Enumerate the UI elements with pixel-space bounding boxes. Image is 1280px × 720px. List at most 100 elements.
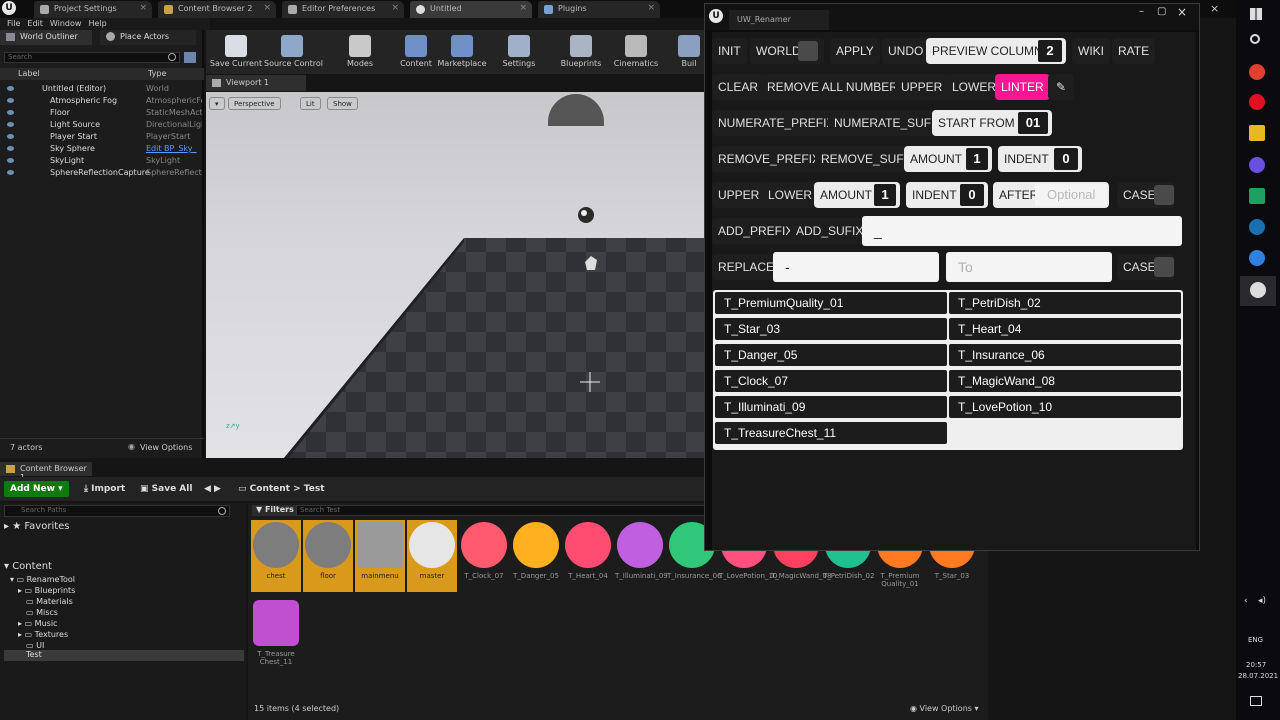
undo-button[interactable]: UNDO [882,38,930,64]
world-outliner-tab[interactable]: World Outliner [0,30,92,45]
replace-button[interactable]: REPLACE [712,254,781,280]
notification-icon[interactable] [1250,696,1262,706]
tab-content-browser-2[interactable]: Content Browser 2 × [158,1,276,18]
unreal-taskbar-icon[interactable] [1240,276,1276,306]
viewport-options-button[interactable]: ▾ [209,97,225,110]
tree-item-test[interactable]: Test [4,650,244,661]
show-button[interactable]: Show [327,97,358,110]
remove-prefix-button[interactable]: REMOVE_PREFIX [712,146,827,172]
add-text-input[interactable]: _ [862,216,1182,246]
upper-slice-button[interactable]: UPPER [712,182,766,208]
replace-from-input[interactable]: - [773,252,939,282]
add-sufix-button[interactable]: ADD_SUFIX [790,218,870,244]
level-viewport[interactable]: ▾ Perspective Lit Show z↗y [206,92,706,458]
tree-item-renametool[interactable]: ▾ ▭ RenameTool [10,575,75,584]
search-paths-input[interactable]: Search Paths [4,505,230,517]
asset-tile[interactable]: T_Danger_05 [511,520,561,592]
asset-tile[interactable]: floor [303,520,353,592]
view-options-button[interactable]: ◉ View Options ▾ [910,704,979,713]
outliner-settings-icon[interactable] [184,52,196,63]
world-button[interactable]: WORLD [750,38,824,64]
build-button[interactable]: Buil [672,32,706,72]
row-type-link[interactable]: Edit BP_Sky_ [146,143,202,155]
outliner-row[interactable]: Floor StaticMeshAct [0,107,204,119]
wiki-button[interactable]: WIKI [1072,38,1110,64]
save-all-button[interactable]: ▣ Save All [140,484,192,494]
upper-button[interactable]: UPPER [895,74,949,100]
lit-button[interactable]: Lit [300,97,321,110]
menu-file[interactable]: File [7,18,20,30]
menu-help[interactable]: Help [88,18,106,30]
visibility-icon[interactable] [7,146,14,151]
lower-button[interactable]: LOWER [946,74,1003,100]
tree-item-textures[interactable]: ▸ ▭ Textures [18,630,68,639]
after-input[interactable]: Optional [1035,184,1107,206]
tab-plugins[interactable]: Plugins × [538,1,660,18]
visibility-icon[interactable] [7,170,14,175]
visibility-icon[interactable] [7,86,14,91]
outliner-row[interactable]: Player Start PlayerStart [0,131,204,143]
close-icon[interactable]: × [391,3,399,13]
close-icon[interactable]: × [519,3,527,13]
case-checkbox[interactable] [1154,185,1174,205]
asset-tile[interactable]: T_Clock_07 [459,520,509,592]
steam-icon[interactable] [1249,219,1265,235]
outliner-search-input[interactable]: Search [4,52,180,63]
back-forward-arrows-icon[interactable]: ◀ ▶ [204,484,221,494]
close-icon[interactable]: × [1177,5,1187,19]
language-indicator[interactable]: ENG [1248,636,1263,644]
visibility-icon[interactable] [7,122,14,127]
visibility-icon[interactable] [7,134,14,139]
numerate-sufix-button[interactable]: NUMERATE_SUFIX [828,110,949,136]
volume-icon[interactable]: ◂) [1258,596,1266,606]
clear-button[interactable]: CLEAR [712,74,765,100]
amount-input[interactable]: 1 [966,148,988,170]
preview-columns-input[interactable]: 2 [1038,40,1062,62]
view-options-button[interactable]: View Options [140,443,192,452]
windows-start-icon[interactable] [1250,8,1262,20]
cinematics-button[interactable]: Cinematics [608,32,664,72]
modes-button[interactable]: Modes [332,32,388,72]
case-replace-toggle[interactable]: CASE [1117,254,1175,280]
place-actors-tab[interactable]: Place Actors [100,30,196,45]
breadcrumb-content[interactable]: Content [250,484,290,494]
remove-all-numbers-button[interactable]: REMOVE ALL NUMBERS [761,74,912,100]
tab-untitled[interactable]: Untitled × [410,1,532,18]
asset-tile[interactable]: T_Illuminati_09 [615,520,668,592]
visibility-icon[interactable] [7,110,14,115]
outliner-row[interactable]: Sky Sphere Edit BP_Sky_ [0,143,204,155]
clock-date[interactable]: 28.07.2021 [1238,672,1278,680]
opera-icon[interactable] [1249,94,1265,110]
tree-item-ui[interactable]: ▭ UI [26,641,44,650]
marketplace-button[interactable]: Marketplace [434,32,490,72]
tree-item-miscs[interactable]: ▭ Miscs [26,608,58,617]
edit-pencil-icon[interactable]: ✎ [1048,74,1074,100]
asset-tile[interactable]: master [407,520,457,592]
visibility-icon[interactable] [7,158,14,163]
tree-item-blueprints[interactable]: ▸ ▭ Blueprints [18,586,75,595]
blueprints-button[interactable]: Blueprints [553,32,609,72]
tree-item-content[interactable]: ▾ Content [4,561,52,572]
case-replace-checkbox[interactable] [1154,257,1174,277]
case-toggle[interactable]: CASE [1117,182,1175,208]
favorites-header[interactable]: ▸ ★ Favorites [4,521,70,532]
tree-item-materials[interactable]: ▭ Materials [26,597,73,606]
column-type[interactable]: Type [148,69,166,78]
close-icon[interactable]: × [647,3,655,13]
numerate-prefix-button[interactable]: NUMERATE_PREFIX [712,110,841,136]
menu-edit[interactable]: Edit [27,18,43,30]
tab-project-settings[interactable]: Project Settings × [34,1,152,18]
minimize-icon[interactable]: – [1139,6,1144,17]
close-icon[interactable]: × [263,3,271,13]
file-explorer-icon[interactable] [1249,125,1265,141]
asset-tile[interactable]: T_Heart_04 [563,520,613,592]
source-control-button[interactable]: Source Control [264,32,323,72]
window-close-icon[interactable]: × [1210,2,1219,15]
breadcrumb-test[interactable]: Test [304,484,325,494]
viewport-tab[interactable]: Viewport 1 [206,75,306,91]
app-icon[interactable] [1249,188,1265,204]
linter-button[interactable]: LINTER [995,74,1050,100]
replace-to-input[interactable]: To [946,252,1112,282]
indent-input[interactable]: 0 [1054,148,1078,170]
close-icon[interactable]: × [139,3,147,13]
